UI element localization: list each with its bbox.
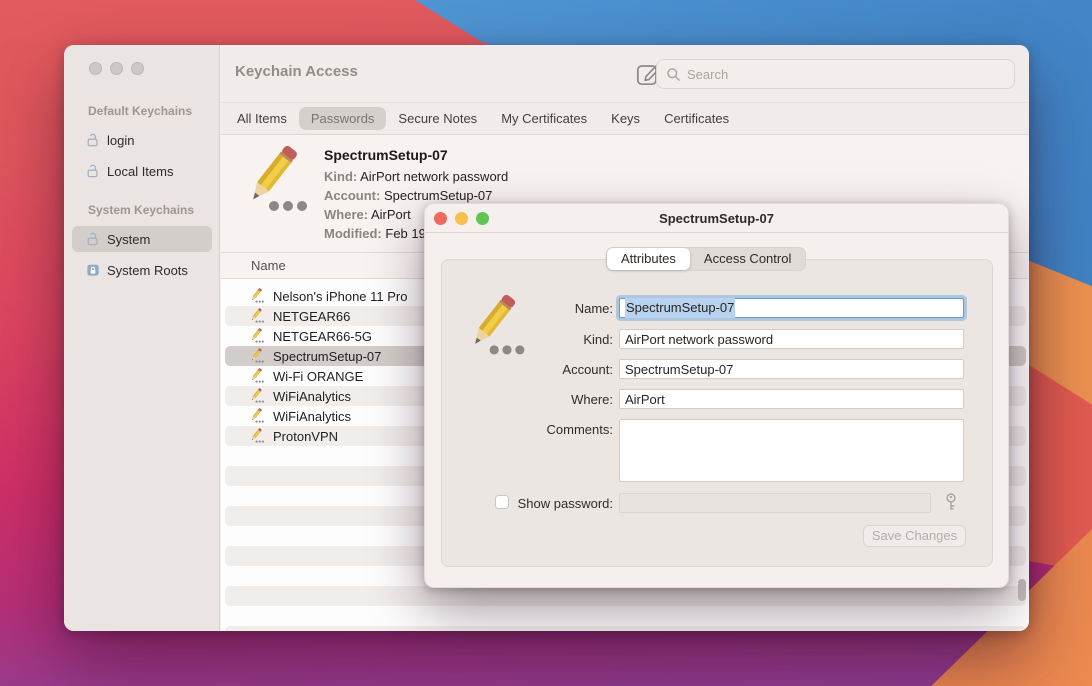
- list-item-label: NETGEAR66: [273, 309, 350, 324]
- where-label: Where:: [453, 392, 613, 407]
- empty-row-stripe: [225, 586, 1026, 606]
- window-controls: [89, 62, 144, 75]
- key-icon: [943, 492, 959, 514]
- sidebar-section-system-keychains: System Keychains: [88, 203, 194, 217]
- where-field[interactable]: [619, 389, 964, 409]
- network-password-pencil-icon: [240, 145, 312, 217]
- account-label: Account:: [453, 362, 613, 377]
- close-button[interactable]: [89, 62, 102, 75]
- tab-keys[interactable]: Keys: [611, 111, 640, 126]
- column-header-name[interactable]: Name: [251, 258, 286, 273]
- comments-label: Comments:: [453, 422, 613, 437]
- item-attributes-dialog: SpectrumSetup-07 Attributes Access Contr…: [424, 203, 1009, 588]
- toolbar: Keychain Access: [221, 45, 1029, 102]
- search-input[interactable]: [687, 67, 1005, 82]
- tab-all-items[interactable]: All Items: [237, 111, 287, 126]
- search-field[interactable]: [656, 59, 1015, 89]
- list-item-label: Nelson's iPhone 11 Pro: [273, 289, 408, 304]
- password-pencil-icon: [249, 408, 265, 424]
- dialog-titlebar: SpectrumSetup-07: [425, 204, 1008, 233]
- comments-field[interactable]: [619, 419, 964, 482]
- tab-secure-notes[interactable]: Secure Notes: [398, 111, 477, 126]
- password-pencil-icon: [249, 348, 265, 364]
- sidebar: Default Keychains login Local Items Syst…: [64, 45, 220, 631]
- list-item-label: WiFiAnalytics: [273, 409, 351, 424]
- list-item-label: Wi-Fi ORANGE: [273, 369, 363, 384]
- sidebar-item-label: System Roots: [107, 263, 188, 278]
- selected-text: SpectrumSetup-07: [625, 298, 735, 318]
- zoom-button[interactable]: [131, 62, 144, 75]
- search-icon: [666, 67, 681, 82]
- sidebar-item-login[interactable]: login: [72, 127, 212, 153]
- sidebar-item-system[interactable]: System: [72, 226, 212, 252]
- kind-label: Kind:: [453, 332, 613, 347]
- password-pencil-icon: [249, 308, 265, 324]
- lock-open-icon: [86, 232, 100, 246]
- lock-badge-icon: [86, 263, 100, 277]
- sidebar-item-label: System: [107, 232, 150, 247]
- name-label: Name:: [453, 301, 613, 316]
- name-field[interactable]: SpectrumSetup-07: [619, 298, 964, 318]
- account-field[interactable]: [619, 359, 964, 379]
- list-item-label: WiFiAnalytics: [273, 389, 351, 404]
- tab-certificates[interactable]: Certificates: [664, 111, 729, 126]
- empty-row-stripe: [225, 626, 1026, 631]
- sidebar-item-system-roots[interactable]: System Roots: [72, 257, 212, 283]
- password-pencil-icon: [249, 428, 265, 444]
- password-pencil-icon: [249, 368, 265, 384]
- kind-field[interactable]: [619, 329, 964, 349]
- item-detail-title: SpectrumSetup-07: [324, 146, 508, 165]
- sidebar-item-label: login: [107, 133, 134, 148]
- minimize-button[interactable]: [110, 62, 123, 75]
- desktop: Default Keychains login Local Items Syst…: [0, 0, 1092, 686]
- sidebar-section-default-keychains: Default Keychains: [88, 104, 192, 118]
- dialog-title: SpectrumSetup-07: [425, 211, 1008, 226]
- detail-kind: Kind: AirPort network password: [324, 167, 508, 186]
- list-item-label: SpectrumSetup-07: [273, 349, 381, 364]
- tab-my-certificates[interactable]: My Certificates: [501, 111, 587, 126]
- save-changes-button[interactable]: Save Changes: [863, 525, 966, 547]
- sidebar-item-label: Local Items: [107, 164, 173, 179]
- tab-attributes[interactable]: Attributes: [607, 248, 690, 270]
- lock-open-icon: [86, 164, 100, 178]
- show-password-label: Show password:: [453, 496, 613, 511]
- list-item-label: ProtonVPN: [273, 429, 338, 444]
- password-pencil-icon: [249, 288, 265, 304]
- category-tabbar: All Items Passwords Secure Notes My Cert…: [221, 102, 1029, 135]
- password-pencil-icon: [249, 388, 265, 404]
- lock-open-icon: [86, 133, 100, 147]
- tab-passwords[interactable]: Passwords: [299, 107, 387, 130]
- dialog-tabs: Attributes Access Control: [606, 247, 806, 271]
- password-field[interactable]: [619, 493, 931, 513]
- vertical-scrollbar-thumb[interactable]: [1018, 579, 1026, 601]
- window-title: Keychain Access: [235, 63, 358, 80]
- list-item-label: NETGEAR66-5G: [273, 329, 372, 344]
- sidebar-item-local-items[interactable]: Local Items: [72, 158, 212, 184]
- password-pencil-icon: [249, 328, 265, 344]
- tab-access-control[interactable]: Access Control: [690, 248, 805, 270]
